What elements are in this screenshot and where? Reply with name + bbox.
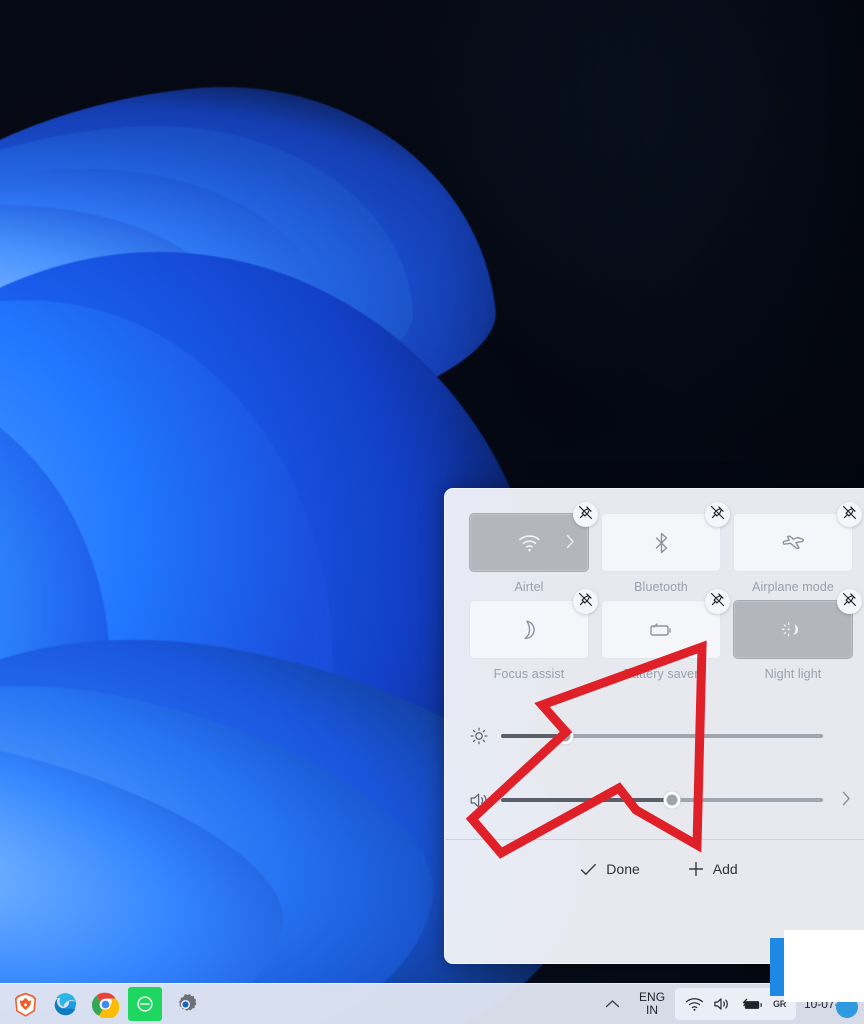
settings-gear-icon <box>178 993 196 1011</box>
edge-icon <box>54 992 76 1015</box>
volume-slider-thumb[interactable] <box>663 791 681 809</box>
tile-cell-night-light: Night light <box>733 589 862 681</box>
tile-focus-assist[interactable] <box>469 600 589 659</box>
tile-cell-wifi: Airtel <box>469 502 598 594</box>
unpin-icon <box>710 505 725 525</box>
unpin-icon <box>578 592 593 612</box>
plus-icon <box>688 861 704 877</box>
redaction-overlay <box>784 930 864 1002</box>
tile-label-airplane: Airplane mode <box>752 580 834 594</box>
taskbar-item-settings[interactable] <box>168 987 202 1021</box>
unpin-icon <box>842 505 857 525</box>
tile-cell-bluetooth: Bluetooth <box>601 502 730 594</box>
check-icon <box>580 862 597 877</box>
unpin-button-night-light[interactable] <box>837 589 862 614</box>
night-light-icon <box>780 618 806 642</box>
wifi-icon <box>517 533 542 553</box>
quick-settings-panel: Airtel Bluetooth Airplane mode Focus ass… <box>444 488 864 964</box>
unpin-button-airplane[interactable] <box>837 502 862 527</box>
unpin-button-bluetooth[interactable] <box>705 502 730 527</box>
unpin-icon <box>578 505 593 525</box>
tile-wifi[interactable] <box>469 513 589 572</box>
unpin-button-wifi[interactable] <box>573 502 598 527</box>
brave-icon <box>14 992 36 1017</box>
volume-slider-row <box>445 783 864 817</box>
tile-battery-saver[interactable] <box>601 600 721 659</box>
taskbar-app-list <box>0 987 202 1021</box>
brightness-slider-row <box>445 719 864 753</box>
volume-chevron-right-icon[interactable] <box>827 791 851 810</box>
tile-cell-battery-saver: Battery saver <box>601 589 730 681</box>
region-code: IN <box>646 1003 659 1017</box>
chevron-right-icon[interactable] <box>566 534 575 551</box>
tile-bluetooth[interactable] <box>601 513 721 572</box>
done-label: Done <box>606 861 640 877</box>
tile-label-wifi: Airtel <box>514 580 544 594</box>
taskbar: ENG IN GR 10-07-21 <box>0 983 864 1024</box>
taskbar-item-edge[interactable] <box>48 987 82 1021</box>
add-label: Add <box>712 861 738 877</box>
airplane-icon <box>780 531 806 555</box>
brightness-icon <box>469 726 501 746</box>
bluetooth-icon <box>653 531 670 555</box>
unpin-icon <box>842 592 857 612</box>
done-button[interactable]: Done <box>571 856 648 882</box>
unpin-button-battery-saver[interactable] <box>705 589 730 614</box>
tile-night-light[interactable] <box>733 600 853 659</box>
taskbar-item-chrome[interactable] <box>88 987 122 1021</box>
quick-settings-footer: Done Add <box>445 840 864 898</box>
brightness-slider-track[interactable] <box>501 727 823 745</box>
moon-icon <box>518 618 540 642</box>
spotify-icon <box>135 994 155 1014</box>
tile-airplane-mode[interactable] <box>733 513 853 572</box>
volume-slider-track[interactable] <box>501 791 823 809</box>
taskbar-item-spotify[interactable] <box>128 987 162 1021</box>
brightness-slider-thumb[interactable] <box>556 727 574 745</box>
tile-label-bluetooth: Bluetooth <box>634 580 688 594</box>
chevron-up-icon[interactable] <box>596 999 629 1009</box>
battery-charging-icon[interactable] <box>741 997 764 1012</box>
unpin-button-focus-assist[interactable] <box>573 589 598 614</box>
volume-icon <box>469 791 501 810</box>
wifi-icon[interactable] <box>685 997 704 1012</box>
tile-label-focus-assist: Focus assist <box>493 667 565 681</box>
quick-settings-tile-grid: Airtel Bluetooth Airplane mode Focus ass… <box>445 489 864 681</box>
tile-cell-focus-assist: Focus assist <box>469 589 598 681</box>
taskbar-item-brave[interactable] <box>8 987 42 1021</box>
language-indicator[interactable]: ENG IN <box>631 991 673 1017</box>
tile-label-night-light: Night light <box>764 667 822 681</box>
unpin-icon <box>710 592 725 612</box>
tile-cell-airplane: Airplane mode <box>733 502 862 594</box>
chrome-icon <box>91 992 119 1018</box>
tile-label-battery-saver: Battery saver <box>623 667 699 681</box>
add-button[interactable]: Add <box>679 856 747 882</box>
battery-icon <box>648 621 674 639</box>
volume-icon[interactable] <box>713 996 732 1012</box>
